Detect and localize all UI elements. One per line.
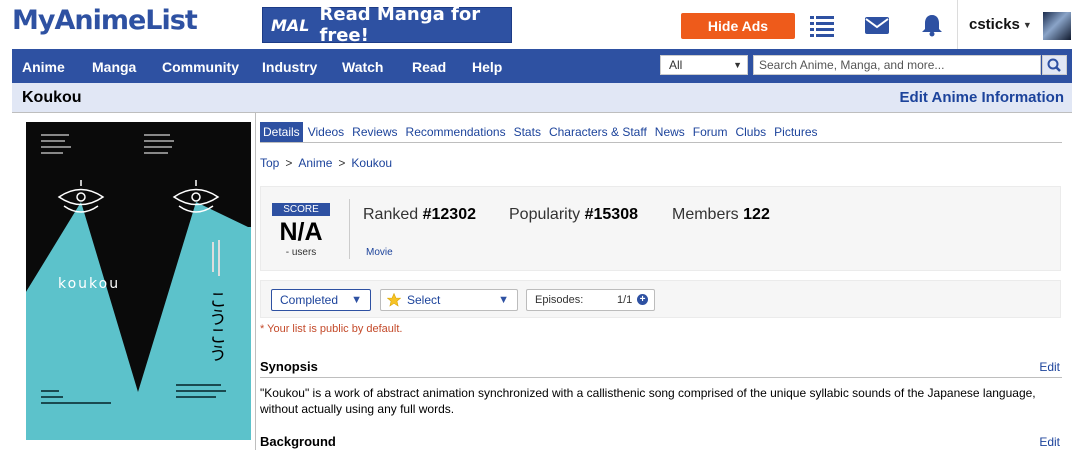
star-icon <box>387 293 401 307</box>
breadcrumb: Top > Anime > Koukou <box>260 156 392 170</box>
tab-reviews[interactable]: Reviews <box>349 122 400 142</box>
nav-help[interactable]: Help <box>472 49 502 83</box>
chevron-down-icon: ▼ <box>498 294 509 306</box>
my-list-controls: Completed ▼ Select ▼ Episodes: 1/1 + <box>260 280 1061 318</box>
breadcrumb-separator: > <box>285 156 293 170</box>
tab-details[interactable]: Details <box>260 122 303 142</box>
background-heading: Background <box>260 434 336 449</box>
edit-anime-information-link[interactable]: Edit Anime Information <box>900 89 1064 106</box>
poster-title-latin: koukou <box>58 276 121 292</box>
chevron-down-icon: ▼ <box>351 294 362 306</box>
list-status-select[interactable]: Completed ▼ <box>271 289 371 311</box>
breadcrumb-separator: > <box>338 156 346 170</box>
popularity-value: #15308 <box>584 206 638 223</box>
messages-icon[interactable] <box>864 13 890 37</box>
search-category-select[interactable]: All ▼ <box>660 55 748 75</box>
episodes-label: Episodes: <box>535 294 584 306</box>
banner-text: Read Manga for free! <box>319 4 481 46</box>
score-select[interactable]: Select ▼ <box>380 289 518 311</box>
public-list-note: * Your list is public by default. <box>260 323 403 335</box>
members-value: 122 <box>743 206 770 223</box>
nav-manga[interactable]: Manga <box>92 49 136 83</box>
score-label: SCORE <box>272 203 330 216</box>
background-edit-link[interactable]: Edit <box>1039 435 1060 449</box>
search-category-value: All <box>669 58 683 72</box>
user-menu[interactable]: csticks ▼ <box>957 0 1032 49</box>
tabs-underline <box>260 142 1062 143</box>
banner-mal-label: MAL <box>271 15 310 35</box>
username: csticks <box>969 16 1020 33</box>
members-stat[interactable]: Members 122 <box>672 206 770 224</box>
synopsis-heading: Synopsis <box>260 359 318 374</box>
nav-industry[interactable]: Industry <box>262 49 317 83</box>
synopsis-header: Synopsis Edit <box>260 358 1062 378</box>
tab-pictures[interactable]: Pictures <box>771 122 820 142</box>
background-header: Background Edit <box>260 433 1062 450</box>
popularity-stat[interactable]: Popularity #15308 <box>509 206 638 224</box>
tab-forum[interactable]: Forum <box>690 122 731 142</box>
tab-news[interactable]: News <box>652 122 688 142</box>
anime-list-icon[interactable] <box>809 13 835 37</box>
score-select-value: Select <box>407 293 441 307</box>
tab-stats[interactable]: Stats <box>511 122 544 142</box>
breadcrumb-top[interactable]: Top <box>260 156 279 170</box>
breadcrumb-koukou[interactable]: Koukou <box>351 156 392 170</box>
main-nav: Anime Manga Community Industry Watch Rea… <box>12 49 1072 83</box>
page-title-bar: Koukou Edit Anime Information <box>12 83 1072 113</box>
page-title: Koukou <box>22 89 82 106</box>
nav-anime[interactable]: Anime <box>22 49 65 83</box>
popularity-label: Popularity <box>509 206 581 223</box>
search-icon <box>1047 58 1061 72</box>
site-logo[interactable]: MyAnimeList <box>12 5 198 36</box>
nav-community[interactable]: Community <box>162 49 239 83</box>
members-label: Members <box>672 206 739 223</box>
hide-ads-button[interactable]: Hide Ads <box>681 13 795 39</box>
list-status-value: Completed <box>280 293 339 307</box>
synopsis-edit-link[interactable]: Edit <box>1039 360 1060 374</box>
anime-tabs: Details Videos Reviews Recommendations S… <box>260 122 823 142</box>
tab-characters-staff[interactable]: Characters & Staff <box>546 122 650 142</box>
ranked-stat[interactable]: Ranked #12302 <box>363 206 476 224</box>
nav-watch[interactable]: Watch <box>342 49 383 83</box>
ranked-label: Ranked <box>363 206 419 223</box>
tab-videos[interactable]: Videos <box>305 122 347 142</box>
anime-poster[interactable]: koukou こうこう <box>26 122 251 440</box>
read-manga-banner[interactable]: MAL Read Manga for free! <box>262 4 512 46</box>
poster-title-kana: こうこう <box>206 290 227 362</box>
increment-episode-icon[interactable]: + <box>637 294 648 305</box>
episodes-value: 1/1 <box>617 294 633 306</box>
score-stats-box: SCORE N/A - users Ranked #12302 Populari… <box>260 186 1061 271</box>
search-button[interactable] <box>1042 55 1067 75</box>
sidebar-divider <box>255 113 256 450</box>
breadcrumb-anime[interactable]: Anime <box>298 156 332 170</box>
tab-recommendations[interactable]: Recommendations <box>403 122 509 142</box>
ranked-value: #12302 <box>422 206 476 223</box>
site-header: MyAnimeList MAL Read Manga for free! Hid… <box>0 0 1077 49</box>
score-value: N/A <box>279 218 323 246</box>
nav-read[interactable]: Read <box>412 49 446 83</box>
search-input[interactable] <box>753 55 1041 75</box>
notifications-bell-icon[interactable] <box>919 13 945 37</box>
tab-clubs[interactable]: Clubs <box>732 122 769 142</box>
anime-type-link[interactable]: Movie <box>366 247 393 258</box>
chevron-down-icon: ▼ <box>733 60 742 70</box>
score-users: - users <box>285 247 317 258</box>
avatar[interactable] <box>1043 12 1071 40</box>
user-menu-caret-icon: ▼ <box>1022 19 1032 30</box>
synopsis-text: "Koukou" is a work of abstract animation… <box>260 386 1036 416</box>
stats-divider <box>349 199 350 259</box>
episodes-field[interactable]: Episodes: 1/1 + <box>526 289 655 311</box>
